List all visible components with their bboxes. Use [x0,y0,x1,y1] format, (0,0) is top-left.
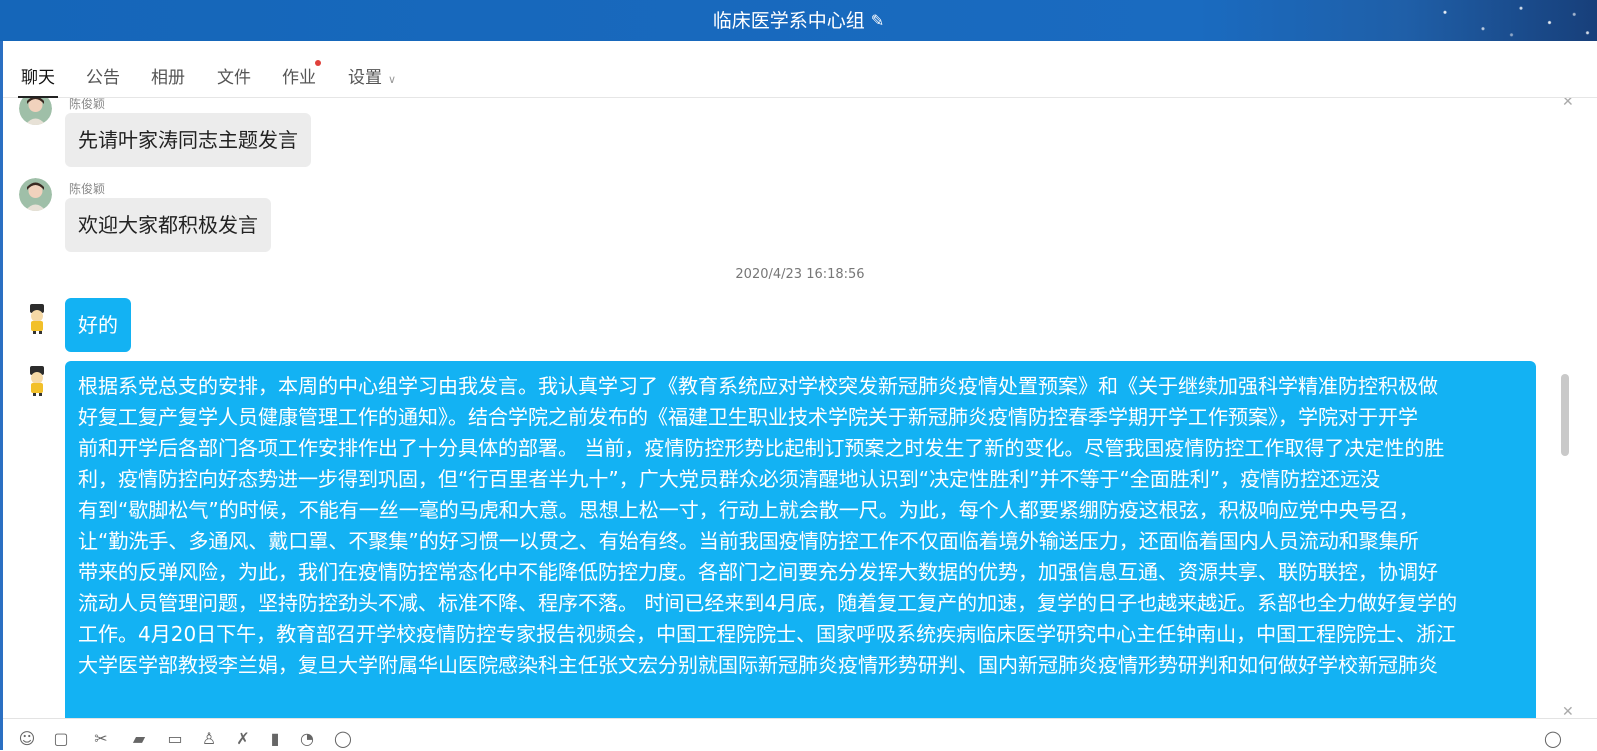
message-bubble[interactable]: 欢迎大家都积极发言 [65,198,271,252]
group-title: 临床医学系中心组 [712,10,865,32]
message-line: 根据系党总支的安排，本周的中心组学习由我发言。我认真学习了《教育系统应对学校突发… [78,374,1438,398]
title-bar: 临床医学系中心组 ✎ [0,0,1597,41]
history-icon[interactable]: ◯ [1543,729,1563,749]
avatar[interactable] [21,364,54,397]
close-icon[interactable]: ✕ [1562,98,1574,110]
tab-homework-label: 作业 [282,68,316,88]
more-icon[interactable]: ◯ [333,729,353,749]
sender-name: 陈俊颖 [69,98,106,111]
message-bubble[interactable]: 先请叶家涛同志主题发言 [65,113,311,167]
message-line: 前和开学后各部门各项工作安排作出了十分具体的部署。 当前，疫情防控形势比起制订预… [78,436,1445,460]
message-line: 利，疫情防控向好态势进一步得到巩固，但“行百里者半九十”，广大党员群众必须清醒地… [78,467,1381,491]
image-icon[interactable]: ▭ [165,729,185,749]
message-bubble-long[interactable]: 根据系党总支的安排，本周的中心组学习由我发言。我认真学习了《教育系统应对学校突发… [65,361,1536,718]
message-line: 有到“歇脚松气”的时候，不能有一丝一毫的马虎和大意。思想上松一寸，行动上就会散一… [78,498,1419,522]
message-line: 带来的反弹风险，为此，我们在疫情防控常态化中不能降低防控力度。各部门之间要充分发… [78,560,1438,584]
phone-icon[interactable]: ▮ [265,729,285,749]
notification-dot-icon [315,60,321,66]
scissors-icon[interactable]: ✂ [91,729,111,749]
folder-icon[interactable]: ▰ [129,729,149,749]
chat-area[interactable]: ✕ 陈俊颖 先请叶家涛同志主题发言 陈俊颖 欢迎大家都积极发言 2020/4/2… [3,98,1597,718]
shake-icon[interactable]: ✗ [233,729,253,749]
avatar[interactable] [19,98,52,125]
message-line: 工作。4月20日下午，教育部召开学校疫情防控专家报告视频会，中国工程院院士、国家… [78,622,1457,646]
message-line: 让“勤洗手、多通风、戴口罩、不聚集”的好习惯一以贯之、有始有终。当前我国疫情防控… [78,529,1419,553]
close-icon[interactable]: ✕ [1562,704,1574,718]
gift-icon[interactable]: ♙ [199,729,219,749]
chevron-down-icon: ∨ [388,73,397,86]
message-line: 好复工复产复学人员健康管理工作的通知》。结合学院之前发布的《福建卫生职业技术学院… [78,405,1418,429]
gif-icon[interactable]: ▢ [51,729,71,749]
sender-name: 陈俊颖 [69,182,106,196]
edit-pencil-icon[interactable]: ✎ [871,0,884,41]
mic-icon[interactable]: ◔ [297,729,317,749]
window-title-wrap: 临床医学系中心组 ✎ [0,0,1597,42]
tab-chat[interactable]: 聊天 [18,63,58,98]
tab-homework[interactable]: 作业 [282,60,321,88]
tab-announcements[interactable]: 公告 [86,63,120,88]
input-toolbar: ☺ ▢ ✂ ▰ ▭ ♙ ✗ ▮ ◔ ◯ ◯ [3,718,1597,751]
avatar[interactable] [21,302,54,335]
message-line: 大学医学部教授李兰娟，复旦大学附属华山医院感染科主任张文宏分别就国际新冠肺炎疫情… [78,653,1438,677]
avatar[interactable] [19,178,52,211]
tab-bar: 聊天 公告 相册 文件 作业 设置 ∨ [3,41,1597,98]
tab-settings-label: 设置 [348,68,382,88]
tab-files[interactable]: 文件 [217,63,251,88]
message-bubble[interactable]: 好的 [65,298,131,352]
emoji-icon[interactable]: ☺ [17,729,37,749]
message-timestamp: 2020/4/23 16:18:56 [735,267,865,282]
scrollbar-thumb[interactable] [1561,374,1569,456]
message-line: 流动人员管理问题，坚持防控劲头不减、标准不降、程序不落。 时间已经来到4月底，随… [78,591,1458,615]
tab-settings[interactable]: 设置 ∨ [348,63,396,88]
tab-album[interactable]: 相册 [151,63,185,88]
